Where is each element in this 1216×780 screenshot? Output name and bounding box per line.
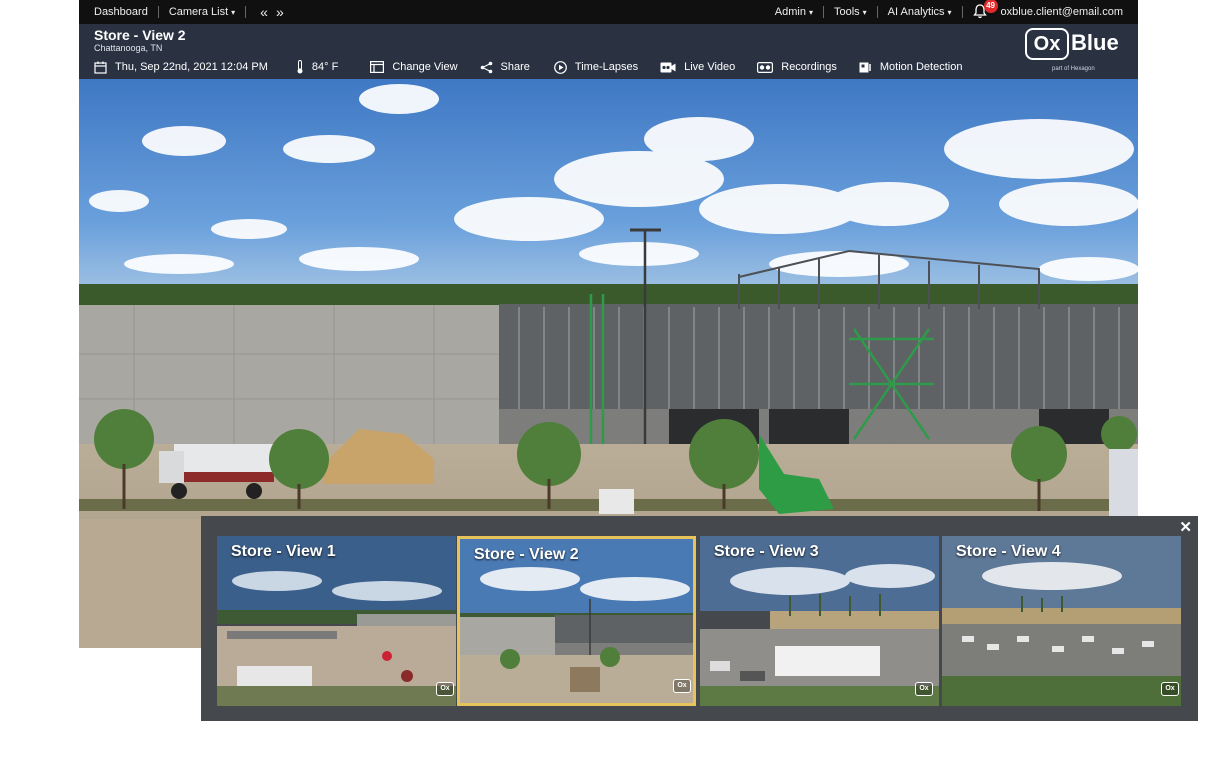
notification-count-badge: 49 <box>983 0 998 13</box>
nav-divider <box>157 6 159 18</box>
camera-thumbnail-view-2[interactable]: Store - View 2 Ox <box>457 536 696 706</box>
play-icon <box>554 60 567 74</box>
chevron-down-icon: ▾ <box>808 8 813 17</box>
nav-ai-analytics-label: AI Analytics <box>887 6 945 18</box>
nav-admin-label: Admin <box>774 6 806 18</box>
camera-thumbnail-view-3[interactable]: Store - View 3 Ox <box>700 536 939 706</box>
nav-camera-list-label: Camera List <box>168 6 229 18</box>
live-video-button[interactable]: Live Video <box>660 61 735 73</box>
change-view-button[interactable]: Change View <box>370 61 458 73</box>
nav-divider <box>822 6 824 18</box>
nav-tools[interactable]: Tools ▾ <box>834 6 867 18</box>
camera-view-strip: ✕ Store - View 1 Ox Store - View 2 Ox St… <box>201 516 1198 721</box>
thumbnail-label: Store - View 2 <box>474 546 579 563</box>
user-account-email[interactable]: oxblue.client@email.com <box>1001 6 1123 18</box>
nav-camera-list[interactable]: Camera List ▾ <box>169 6 235 18</box>
nav-ai-analytics[interactable]: AI Analytics ▾ <box>888 6 952 18</box>
oxblue-logo: Ox Blue part of Hexagon <box>1025 28 1125 76</box>
weather-readout: 84° F <box>296 60 338 74</box>
close-strip-button[interactable]: ✕ <box>1179 518 1192 536</box>
watermark-logo: Ox <box>673 679 691 693</box>
watermark-logo: Ox <box>1161 682 1179 696</box>
nav-divider <box>245 6 247 18</box>
thumbnail-label: Store - View 1 <box>231 543 336 560</box>
chevron-down-icon: ▾ <box>231 8 236 17</box>
motion-detection-button[interactable]: Motion Detection <box>859 61 963 73</box>
motion-detection-label: Motion Detection <box>879 61 963 73</box>
chevron-down-icon: ▾ <box>862 8 867 17</box>
calendar-icon <box>94 61 107 74</box>
thumbnail-label: Store - View 3 <box>714 543 819 560</box>
previous-camera-button[interactable]: « <box>260 4 268 20</box>
logo-wordmark: Blue <box>1071 30 1119 55</box>
thumbnail-label: Store - View 4 <box>956 543 1061 560</box>
share-label: Share <box>500 61 530 73</box>
temperature-label: 84° F <box>311 61 339 73</box>
top-nav-left: Dashboard Camera List ▾ « » <box>94 0 288 24</box>
logo-ox-box: Ox <box>1025 28 1069 60</box>
next-camera-button[interactable]: » <box>276 4 284 20</box>
share-icon <box>480 61 492 73</box>
thumbnail-image <box>942 536 1181 706</box>
nav-divider <box>876 6 878 18</box>
thermometer-icon <box>297 60 303 74</box>
watermark-logo: Ox <box>436 682 454 696</box>
motion-detection-icon <box>859 62 871 72</box>
recordings-button[interactable]: Recordings <box>757 61 837 73</box>
datetime-label: Thu, Sep 22nd, 2021 12:04 PM <box>115 61 268 73</box>
chevron-down-icon: ▾ <box>947 8 952 17</box>
watermark-logo: Ox <box>915 682 933 696</box>
recordings-label: Recordings <box>781 61 837 73</box>
thumbnail-image <box>217 536 456 706</box>
live-video-icon <box>660 62 676 72</box>
camera-thumbnail-view-4[interactable]: Store - View 4 Ox <box>942 536 1181 706</box>
nav-admin[interactable]: Admin ▾ <box>775 6 813 18</box>
camera-location: Chattanooga, TN <box>94 43 163 53</box>
change-view-label: Change View <box>392 61 458 73</box>
date-time-selector[interactable]: Thu, Sep 22nd, 2021 12:04 PM <box>94 61 268 74</box>
camera-title: Store - View 2 <box>94 27 186 43</box>
logo-tagline: part of Hexagon <box>1052 66 1095 72</box>
notifications-button[interactable]: 49 <box>972 0 998 20</box>
nav-dashboard[interactable]: Dashboard <box>94 6 148 18</box>
camera-thumbnail-view-1[interactable]: Store - View 1 Ox <box>217 536 456 706</box>
share-button[interactable]: Share <box>480 61 530 74</box>
camera-header: Store - View 2 Chattanooga, TN Thu, Sep … <box>79 24 1138 79</box>
top-nav-bar: Dashboard Camera List ▾ « » Admin ▾ Tools ▾… <box>79 0 1138 24</box>
time-lapses-label: Time-Lapses <box>574 61 639 73</box>
live-video-label: Live Video <box>684 61 736 73</box>
change-view-icon <box>370 61 385 73</box>
thumbnail-image <box>460 539 693 703</box>
thumbnail-image <box>700 536 939 706</box>
camera-toolbar: Thu, Sep 22nd, 2021 12:04 PM 84° F Chang… <box>94 58 962 76</box>
nav-tools-label: Tools <box>833 6 860 18</box>
nav-divider <box>961 6 963 18</box>
recordings-icon <box>757 61 774 73</box>
top-nav-right: Admin ▾ Tools ▾ AI Analytics ▾ 49 oxblue.cl… <box>775 0 1123 24</box>
time-lapses-button[interactable]: Time-Lapses <box>554 60 639 74</box>
